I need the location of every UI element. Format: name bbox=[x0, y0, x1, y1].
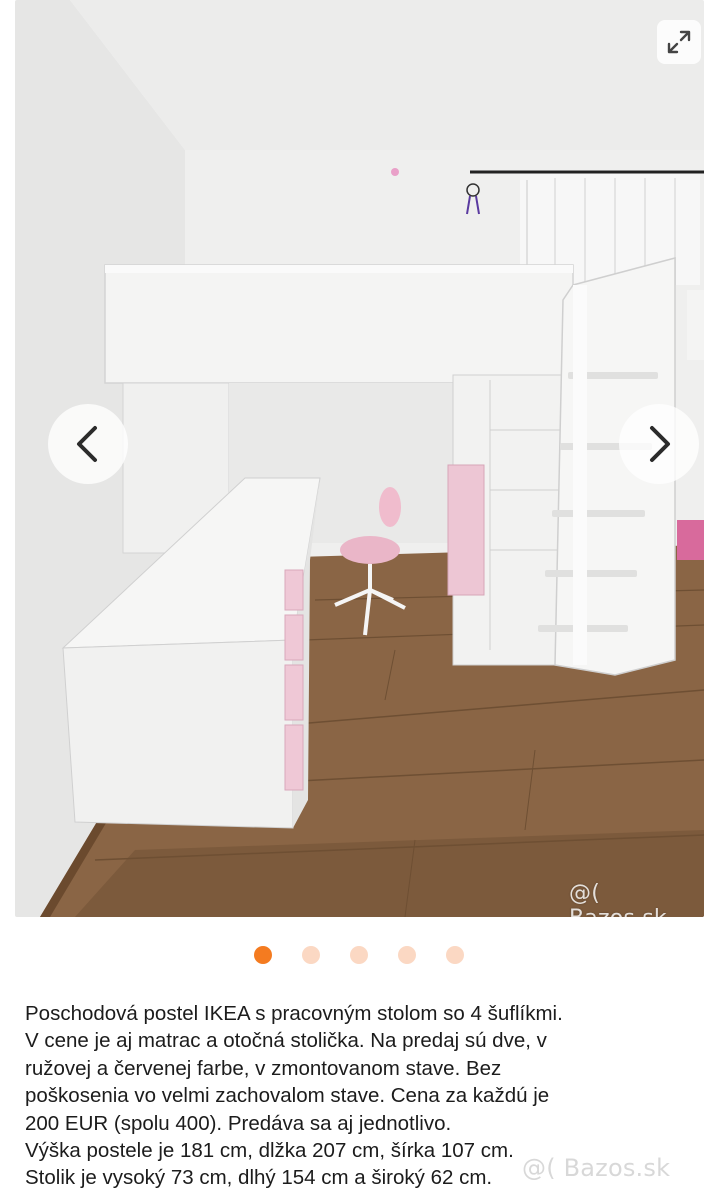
pagination-dot[interactable] bbox=[350, 946, 368, 964]
page-watermark: @( Bazos.sk bbox=[522, 1154, 671, 1182]
photo-watermark: @( Bazos.sk bbox=[569, 881, 667, 917]
pagination-dot[interactable] bbox=[446, 946, 464, 964]
chevron-right-icon bbox=[650, 426, 670, 462]
photo-gallery[interactable]: @( Bazos.sk bbox=[15, 0, 704, 917]
pagination-dot[interactable] bbox=[302, 946, 320, 964]
chevron-left-icon bbox=[77, 426, 97, 462]
pagination-dot[interactable] bbox=[254, 946, 272, 964]
next-photo-button[interactable] bbox=[619, 404, 699, 484]
expand-button[interactable] bbox=[657, 20, 701, 64]
previous-photo-button[interactable] bbox=[48, 404, 128, 484]
pagination-dot[interactable] bbox=[398, 946, 416, 964]
gallery-pagination bbox=[0, 946, 719, 966]
expand-arrows-icon bbox=[667, 30, 691, 54]
